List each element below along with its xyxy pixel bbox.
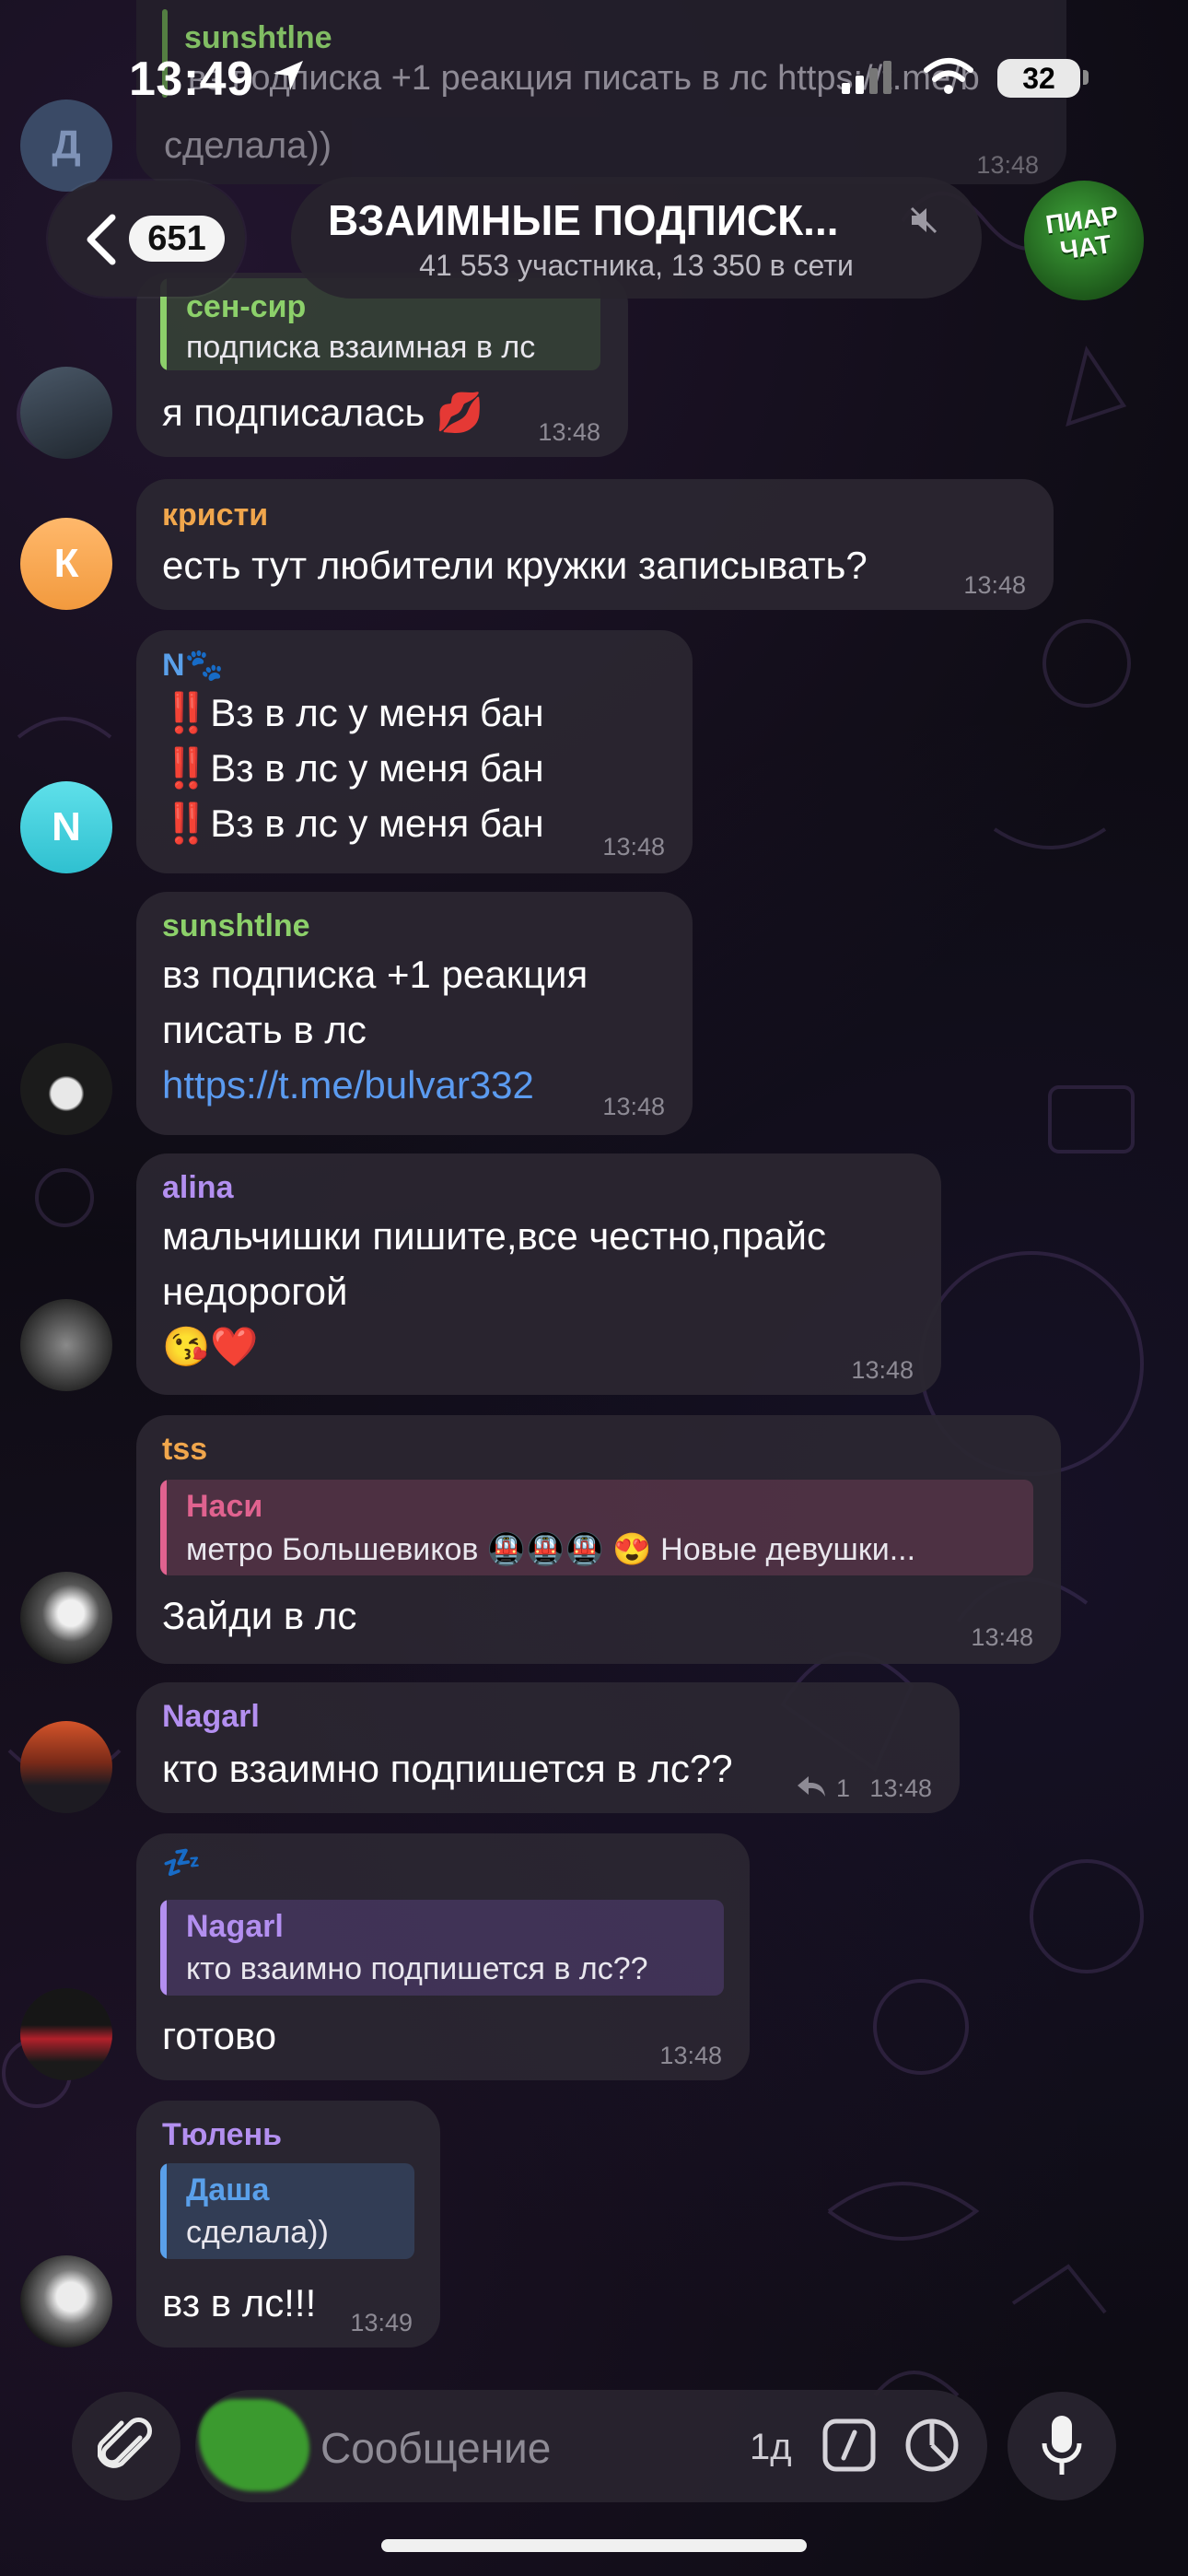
sender-name[interactable]: 💤 [162,1844,201,1881]
quote-text: сделала)) [186,2215,329,2250]
quote-text: метро Большевиков 🚇🚇🚇 😍 Новые девушки... [186,1532,916,1567]
sender-name[interactable]: N🐾 [162,647,224,684]
message-text: вз в лс!!! [162,2281,317,2324]
sticker-blob [199,2399,309,2491]
message-bubble[interactable]: сен-сир подписка взаимная в лс я подписа… [136,273,628,457]
paperclip-icon [98,2418,152,2468]
battery-indicator: 32 [997,59,1080,98]
message-time: 13:48 [602,833,665,861]
location-arrow-icon [274,61,303,90]
message-bubble[interactable]: Nagarl кто взаимно подпишется в лс?? 1 1… [136,1682,960,1813]
chat-avatar-label: ПИАР ЧАТ [1043,200,1121,265]
message-bubble[interactable]: Тюлень Даша сделала)) вз в лс!!! 13:49 [136,2101,440,2348]
back-button[interactable]: 651 [48,181,245,297]
wifi-icon [924,58,973,94]
sender-name[interactable]: tss [162,1432,207,1468]
reply-quote[interactable]: Даша сделала)) [160,2163,414,2259]
schedule-clock-icon[interactable] [904,2418,960,2473]
quote-accent-bar [160,1480,167,1575]
reply-quote[interactable]: Наси метро Большевиков 🚇🚇🚇 😍 Новые девуш… [160,1480,1033,1575]
message-time: 13:49 [350,2309,413,2336]
quote-sender: Наси [186,1489,263,1524]
avatar[interactable]: К [20,518,112,610]
message-text-line: ‼️Вз в лс у меня бан [162,802,544,845]
avatar[interactable] [20,1299,112,1391]
chat-title: ВЗАИМНЫЕ ПОДПИСК... [328,196,839,244]
voice-record-button[interactable] [1007,2392,1116,2500]
message-emoji-line: 😘❤️ [162,1325,259,1368]
muted-speaker-icon [910,206,938,234]
message-bubble[interactable]: sunshtlne вз подписка +1 реакция писать … [136,892,693,1135]
quote-sender: Даша [186,2172,270,2207]
quote-sender: Nagarl [186,1909,284,1944]
message-text: готово [162,2014,277,2057]
message-time: 13:48 [659,2042,722,2069]
quote-sender: сен-сир [186,289,307,324]
status-time: 13:49 [129,53,254,106]
message-text: Зайди в лс [162,1594,357,1637]
message-time: 13:48 [851,1356,914,1384]
message-bubble[interactable]: кристи есть тут любители кружки записыва… [136,479,1054,610]
chat-subtitle: 41 553 участника, 13 350 в сети [419,249,854,282]
quote-text: кто взаимно подпишется в лс?? [186,1951,648,1986]
auto-delete-timer[interactable]: 1д [750,2427,792,2468]
message-bubble[interactable]: alina мальчишки пишите,все честно,прайс … [136,1153,941,1395]
bot-commands-icon[interactable] [821,2418,877,2473]
message-text-line: писать в лс [162,1008,367,1051]
avatar[interactable]: N [20,781,112,873]
home-indicator [381,2539,807,2552]
message-text: я подписалась 💋 [162,391,484,434]
message-text-line: мальчишки пишите,все честно,прайс [162,1214,826,1258]
avatar[interactable] [20,2255,112,2348]
microphone-icon [1042,2416,1082,2475]
message-bubble[interactable]: N🐾 ‼️Вз в лс у меня бан ‼️Вз в лс у меня… [136,630,693,873]
message-text-line: ‼️Вз в лс у меня бан [162,691,544,734]
quote-accent-bar [160,2163,167,2259]
chevron-left-icon [87,214,116,265]
unread-count-badge: 651 [129,216,225,262]
sender-name[interactable]: Nagarl [162,1699,260,1735]
reply-arrow-icon [798,1776,825,1797]
message-text-line: ‼️Вз в лс у меня бан [162,746,544,790]
chat-avatar[interactable]: ПИАР ЧАТ [1024,181,1144,300]
sender-name[interactable]: кристи [162,498,268,533]
sender-name[interactable]: sunshtlne [162,908,310,944]
avatar[interactable] [20,1721,112,1813]
battery-cap [1083,70,1089,85]
message-input[interactable]: Сообщение 1д [195,2390,987,2502]
message-time: 13:48 [869,1774,932,1802]
avatar[interactable] [20,367,112,459]
message-time: 13:48 [963,571,1026,599]
message-bubble[interactable]: 💤 Nagarl кто взаимно подпишется в лс?? г… [136,1833,750,2080]
avatar[interactable] [20,1988,112,2080]
message-placeholder: Сообщение [320,2424,552,2472]
message-link[interactable]: https://t.me/bulvar332 [162,1063,534,1107]
attach-button[interactable] [72,2392,181,2500]
quote-text: подписка взаимная в лс [186,330,536,365]
message-bubble[interactable]: tss Наси метро Большевиков 🚇🚇🚇 😍 Новые д… [136,1415,1061,1664]
message-time: 13:48 [976,151,1039,179]
message-time: 13:48 [971,1623,1033,1651]
message-text-line: недорогой [162,1270,348,1313]
chat-title-pill[interactable]: ВЗАИМНЫЕ ПОДПИСК... 41 553 участника, 13… [291,177,982,299]
avatar[interactable] [20,1043,112,1135]
sender-name[interactable]: alina [162,1170,233,1206]
message-text: есть тут любители кружки записывать? [162,544,868,587]
quote-accent-bar [160,1900,167,1996]
status-bar: 13:49 32 [0,0,1188,138]
avatar[interactable] [20,1572,112,1664]
cellular-signal-icon [842,61,891,94]
sender-name[interactable]: Тюлень [162,2117,282,2153]
message-text: кто взаимно подпишется в лс?? [162,1747,733,1790]
reply-quote[interactable]: Nagarl кто взаимно подпишется в лс?? [160,1900,724,1996]
reply-count[interactable]: 1 [836,1774,850,1803]
message-time: 13:48 [602,1093,665,1120]
message-time: 13:48 [538,418,600,446]
message-text-line: вз подписка +1 реакция [162,953,588,996]
